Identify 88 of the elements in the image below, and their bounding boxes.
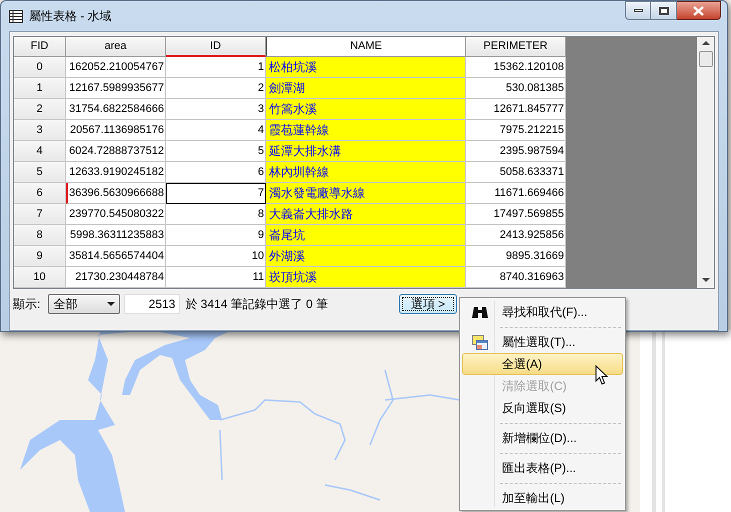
table-cell: 松柏坑溪 — [266, 57, 466, 78]
row-header[interactable]: 1 — [14, 78, 66, 99]
row-header[interactable]: 4 — [14, 141, 66, 162]
table-cell: 2 — [166, 78, 266, 99]
table-cell: 239770.545080322 — [66, 204, 166, 225]
column-header[interactable]: ID — [166, 37, 266, 57]
table-cell: 霞苞蓮幹線 — [266, 120, 466, 141]
table-cell: 21730.230448784 — [66, 267, 166, 288]
row-header[interactable]: 9 — [14, 246, 66, 267]
table-icon — [9, 10, 23, 22]
table-cell: 7975.212215 — [466, 120, 566, 141]
table-cell: 20567.1136985176 — [66, 120, 166, 141]
menu-item[interactable]: 尋找和取代(F)... — [462, 301, 623, 323]
close-icon — [693, 6, 704, 16]
table-cell: 31754.6822584666 — [66, 99, 166, 120]
table-cell: 11 — [166, 267, 266, 288]
minimize-button[interactable] — [625, 1, 651, 20]
row-header[interactable]: 0 — [14, 57, 66, 78]
scroll-thumb[interactable] — [698, 51, 712, 67]
close-button[interactable] — [677, 1, 721, 20]
menu-item[interactable]: 全選(A) — [462, 353, 623, 375]
table-cell: 1 — [166, 57, 266, 78]
table-cell: 11671.669466 — [466, 183, 566, 204]
table-cell: 濁水發電廠導水線 — [266, 183, 466, 204]
table-cell: 竹篙水溪 — [266, 99, 466, 120]
table-cell: 5998.36311235883 — [66, 225, 166, 246]
row-header[interactable]: 3 — [14, 120, 66, 141]
row-header[interactable]: 5 — [14, 162, 66, 183]
menu-item[interactable]: 加至輸出(L) — [462, 487, 623, 509]
row-header[interactable]: 7 — [14, 204, 66, 225]
table-cell: 9895.31669 — [466, 246, 566, 267]
table-cell: 8 — [166, 204, 266, 225]
table-cell: 15362.120108 — [466, 57, 566, 78]
window-title: 屬性表格 - 水域 — [29, 8, 112, 25]
menu-item[interactable]: 屬性選取(T)... — [462, 331, 623, 353]
table-select-icon — [472, 334, 488, 350]
scrollbar[interactable] — [697, 37, 714, 288]
table-cell: 36396.5630966688 — [66, 183, 166, 204]
table-cell: 162052.210054767 — [66, 57, 166, 78]
table-cell: 3 — [166, 99, 266, 120]
menu-item[interactable]: 反向選取(S) — [462, 397, 623, 419]
selection-count-text: 於 3414 筆記錄中選了 0 筆 — [185, 296, 328, 313]
table-cell: 6024.72888737512 — [66, 141, 166, 162]
table-cell: 4 — [166, 120, 266, 141]
row-header[interactable]: 8 — [14, 225, 66, 246]
row-header[interactable]: 6 — [14, 183, 66, 204]
table-cell: 9 — [166, 225, 266, 246]
table-cell: 10 — [166, 246, 266, 267]
maximize-icon — [658, 6, 668, 14]
table-cell: 35814.5656574404 — [66, 246, 166, 267]
column-header[interactable]: PERIMETER — [466, 37, 566, 57]
table-cell: 大義崙大排水路 — [266, 204, 466, 225]
dropdown-arrow-icon — [107, 302, 116, 306]
table-cell: 12633.9190245182 — [66, 162, 166, 183]
menu-item[interactable]: 匯出表格(P)... — [462, 457, 623, 479]
table-cell: 5 — [166, 141, 266, 162]
table-cell: 劍潭湖 — [266, 78, 466, 99]
binoculars-icon — [472, 306, 488, 318]
table-cell: 12671.845777 — [466, 99, 566, 120]
table-cell: 7 — [166, 183, 266, 204]
row-header[interactable]: 10 — [14, 267, 66, 288]
column-header[interactable]: NAME — [266, 37, 466, 57]
maximize-button[interactable] — [651, 1, 677, 20]
scroll-down-icon[interactable] — [702, 278, 710, 282]
column-header[interactable]: FID — [14, 37, 66, 57]
table-cell: 2395.987594 — [466, 141, 566, 162]
show-dropdown[interactable]: 全部 — [48, 294, 120, 314]
table-cell: 5058.633371 — [466, 162, 566, 183]
minimize-icon — [634, 9, 642, 12]
table-cell: 崁頂坑溪 — [266, 267, 466, 288]
record-field[interactable]: 2513 — [124, 294, 180, 314]
table-cell: 530.081385 — [466, 78, 566, 99]
row-header[interactable]: 2 — [14, 99, 66, 120]
column-header[interactable]: area — [66, 37, 166, 57]
table-cell: 17497.569855 — [466, 204, 566, 225]
table-cell: 2413.925856 — [466, 225, 566, 246]
table-cell: 8740.316963 — [466, 267, 566, 288]
options-button[interactable]: 選項 > — [399, 294, 457, 314]
mouse-cursor-icon — [595, 365, 608, 386]
table-cell: 延潭大排水溝 — [266, 141, 466, 162]
menu-item[interactable]: 新增欄位(D)... — [462, 427, 623, 449]
table-cell: 林內圳幹線 — [266, 162, 466, 183]
table-cell: 外湖溪 — [266, 246, 466, 267]
show-label: 顯示: — [13, 296, 40, 313]
table-cell: 6 — [166, 162, 266, 183]
table-cell: 12167.5989935677 — [66, 78, 166, 99]
table-cell: 崙尾坑 — [266, 225, 466, 246]
scroll-up-icon[interactable] — [702, 41, 710, 45]
